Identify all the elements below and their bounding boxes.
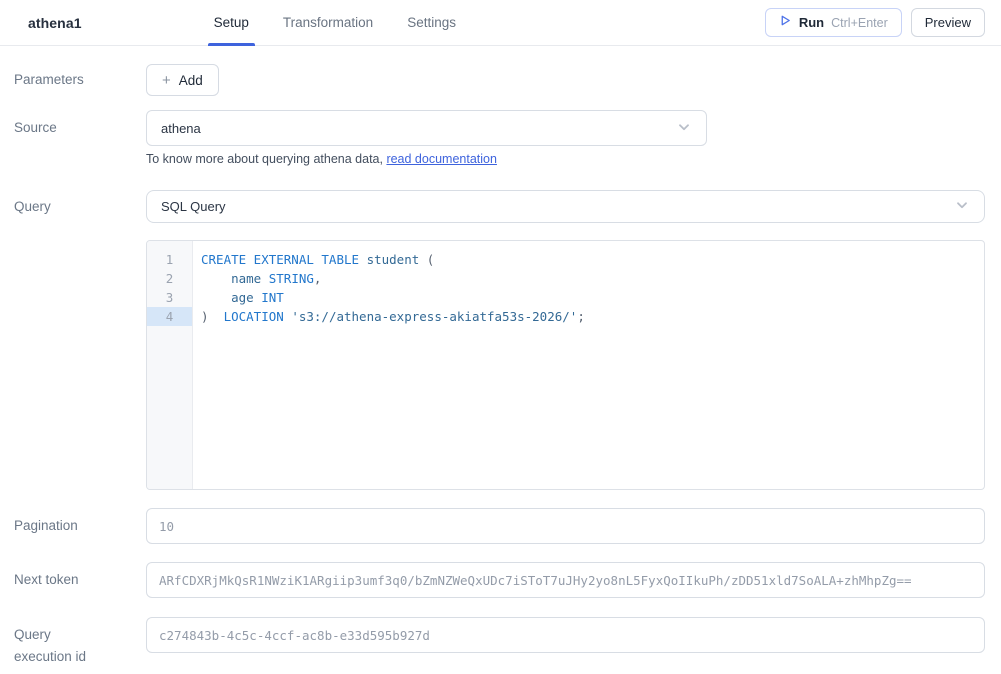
source-select-value: athena: [161, 121, 201, 136]
chevron-down-icon: [676, 119, 692, 138]
tabs: Setup Transformation Settings: [208, 0, 462, 45]
tab-setup-label: Setup: [214, 15, 249, 30]
pagination-input[interactable]: [146, 508, 985, 544]
code-token: name: [231, 271, 261, 286]
code-token: age: [231, 290, 254, 305]
code-token: CREATE EXTERNAL TABLE: [201, 252, 359, 267]
code-line[interactable]: name STRING,: [201, 269, 585, 288]
source-row: Source athena To know more about queryin…: [14, 110, 1001, 166]
next-token-label: Next token: [14, 562, 146, 598]
add-parameter-button[interactable]: + Add: [146, 64, 219, 96]
code-line[interactable]: ) LOCATION 's3://athena-express-akiatfa5…: [201, 307, 585, 326]
source-helper-prefix: To know more about querying athena data,: [146, 152, 386, 166]
query-row: Query SQL Query 1234 CREATE EXTERNAL TAB…: [14, 190, 1001, 490]
preview-button[interactable]: Preview: [911, 8, 985, 37]
line-number: 3: [147, 288, 192, 307]
code-token: ;: [577, 309, 585, 324]
query-title: athena1: [28, 15, 82, 31]
pagination-label: Pagination: [14, 508, 146, 544]
parameters-label: Parameters: [14, 64, 146, 96]
query-type-select[interactable]: SQL Query: [146, 190, 985, 223]
code-line[interactable]: age INT: [201, 288, 585, 307]
query-execution-id-input[interactable]: [146, 617, 985, 653]
tab-settings-label: Settings: [407, 15, 456, 30]
source-select[interactable]: athena: [146, 110, 707, 146]
next-token-input[interactable]: [146, 562, 985, 598]
line-number: 1: [147, 250, 192, 269]
line-number: 2: [147, 269, 192, 288]
code-line[interactable]: CREATE EXTERNAL TABLE student (: [201, 250, 585, 269]
code-token: [201, 290, 231, 305]
play-icon: [779, 14, 792, 32]
tab-setup[interactable]: Setup: [208, 0, 255, 45]
pagination-row: Pagination: [14, 508, 1001, 544]
editor-code[interactable]: CREATE EXTERNAL TABLE student ( name STR…: [193, 241, 585, 489]
preview-button-label: Preview: [925, 15, 971, 30]
setup-form: Parameters + Add Source athena To know m…: [0, 64, 1001, 668]
tab-transformation[interactable]: Transformation: [277, 0, 379, 45]
query-execution-id-row: Query execution id: [14, 617, 1001, 668]
query-type-select-value: SQL Query: [161, 199, 226, 214]
parameters-row: Parameters + Add: [14, 64, 1001, 96]
code-token: ,: [314, 271, 322, 286]
code-token: [261, 271, 269, 286]
tab-settings[interactable]: Settings: [401, 0, 462, 45]
code-token: ): [201, 309, 224, 324]
add-parameter-label: Add: [179, 73, 203, 88]
query-label: Query: [14, 190, 146, 490]
line-number: 4: [147, 307, 192, 326]
tab-transformation-label: Transformation: [283, 15, 373, 30]
code-token: INT: [261, 290, 284, 305]
query-execution-id-label: Query execution id: [14, 617, 146, 668]
run-button-label: Run: [799, 15, 824, 30]
code-token: [359, 252, 367, 267]
sql-code-editor[interactable]: 1234 CREATE EXTERNAL TABLE student ( nam…: [146, 240, 985, 490]
code-token: [201, 271, 231, 286]
code-token: 's3://athena-express-akiatfa53s-2026/': [291, 309, 577, 324]
next-token-row: Next token: [14, 562, 1001, 598]
read-documentation-link[interactable]: read documentation: [386, 152, 497, 166]
code-token: STRING: [269, 271, 314, 286]
header: athena1 Setup Transformation Settings Ru…: [0, 0, 1001, 46]
code-token: student: [367, 252, 420, 267]
code-token: LOCATION: [224, 309, 284, 324]
run-shortcut: Ctrl+Enter: [831, 16, 888, 30]
header-actions: Run Ctrl+Enter Preview: [765, 8, 985, 37]
source-label: Source: [14, 110, 146, 166]
chevron-down-icon: [954, 197, 970, 216]
run-button[interactable]: Run Ctrl+Enter: [765, 8, 902, 37]
plus-icon: +: [162, 73, 171, 88]
source-helper-text: To know more about querying athena data,…: [146, 152, 985, 166]
code-token: (: [419, 252, 434, 267]
editor-gutter: 1234: [147, 241, 193, 489]
